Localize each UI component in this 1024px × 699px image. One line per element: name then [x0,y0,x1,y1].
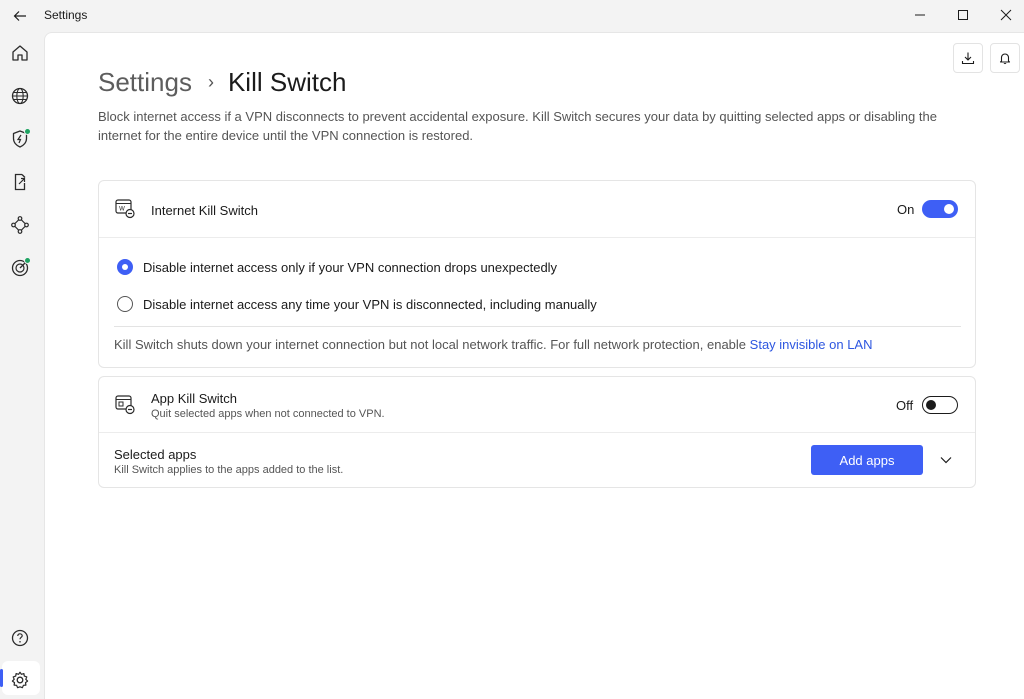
file-arrow-icon [14,173,26,191]
close-icon [1000,9,1012,21]
selected-apps-title: Selected apps [114,447,197,462]
radio-label: Disable internet access only if your VPN… [143,259,558,275]
back-arrow-icon [13,11,26,21]
divider [99,237,975,238]
help-icon [11,629,29,647]
active-indicator [0,669,3,687]
app-kill-switch-card: App Kill Switch Quit selected apps when … [98,376,976,488]
meshnet-icon [11,216,29,234]
add-apps-button[interactable]: Add apps [811,445,923,475]
back-button[interactable] [10,6,30,26]
toggle-knob [944,204,954,214]
selected-apps-subtitle: Kill Switch applies to the apps added to… [114,464,344,476]
toggle-knob [926,399,936,410]
sidebar-item-help[interactable] [8,626,32,650]
gear-icon [11,671,29,689]
notifications-button[interactable] [990,43,1020,73]
radio-label: Disable internet access any time your VP… [143,296,597,312]
page-description: Block internet access if a VPN disconnec… [98,109,937,143]
page-title: Kill Switch [227,67,347,97]
sidebar [0,32,44,699]
chevron-down-icon [940,457,952,464]
sidebar-item-shield[interactable] [8,127,32,151]
home-icon [12,45,28,61]
maximize-icon [958,10,968,20]
bell-icon [999,53,1011,65]
globe-icon [11,87,29,105]
note-text: Kill Switch shuts down your internet con… [114,337,750,352]
radio-unchecked[interactable] [117,296,133,312]
radio-option-any-time[interactable]: Disable internet access any time your VP… [117,296,597,312]
minimize-icon [915,14,925,16]
maximize-button[interactable] [941,0,985,30]
app-kill-switch-icon [115,395,135,415]
kill-switch-note: Kill Switch shuts down your internet con… [114,337,873,352]
sidebar-item-meshnet[interactable] [8,213,32,237]
app-kill-switch-title: App Kill Switch [151,391,237,406]
sidebar-item-settings[interactable] [8,668,32,692]
internet-kill-switch-toggle[interactable] [922,200,958,218]
app-kill-switch-state: Off [896,398,914,413]
internet-kill-switch-icon: W [115,199,135,219]
radio-option-unexpected-drop[interactable]: Disable internet access only if your VPN… [117,259,557,275]
status-dot [24,128,31,135]
window-title: Settings [44,8,88,22]
download-icon [961,52,975,65]
download-button[interactable] [953,43,983,73]
status-dot [24,257,31,264]
divider [99,432,975,433]
internet-kill-switch-title: Internet Kill Switch [151,203,258,218]
expand-selected-apps-button[interactable] [936,450,956,470]
internet-kill-switch-state: On [897,202,915,217]
sidebar-item-globe[interactable] [8,84,32,108]
sidebar-item-split-tunneling[interactable] [8,170,32,194]
minimize-button[interactable] [898,0,942,30]
chevron-right-icon: › [207,72,214,92]
breadcrumb: Settings › Kill Switch [98,67,346,98]
main-content: Settings › Kill Switch Block internet ac… [44,32,1024,699]
close-button[interactable] [984,0,1024,30]
sidebar-item-threat-protection[interactable] [8,256,32,280]
breadcrumb-settings-link[interactable]: Settings [98,67,192,98]
svg-text:W: W [119,206,125,213]
stay-invisible-on-lan-link[interactable]: Stay invisible on LAN [750,337,873,352]
divider [114,326,961,327]
sidebar-item-home[interactable] [8,41,32,65]
title-bar: Settings [0,0,1024,32]
radio-checked[interactable] [117,259,133,275]
app-kill-switch-toggle[interactable] [922,396,958,414]
internet-kill-switch-card: W Internet Kill Switch On Disable intern… [98,180,976,368]
app-kill-switch-subtitle: Quit selected apps when not connected to… [151,408,385,420]
